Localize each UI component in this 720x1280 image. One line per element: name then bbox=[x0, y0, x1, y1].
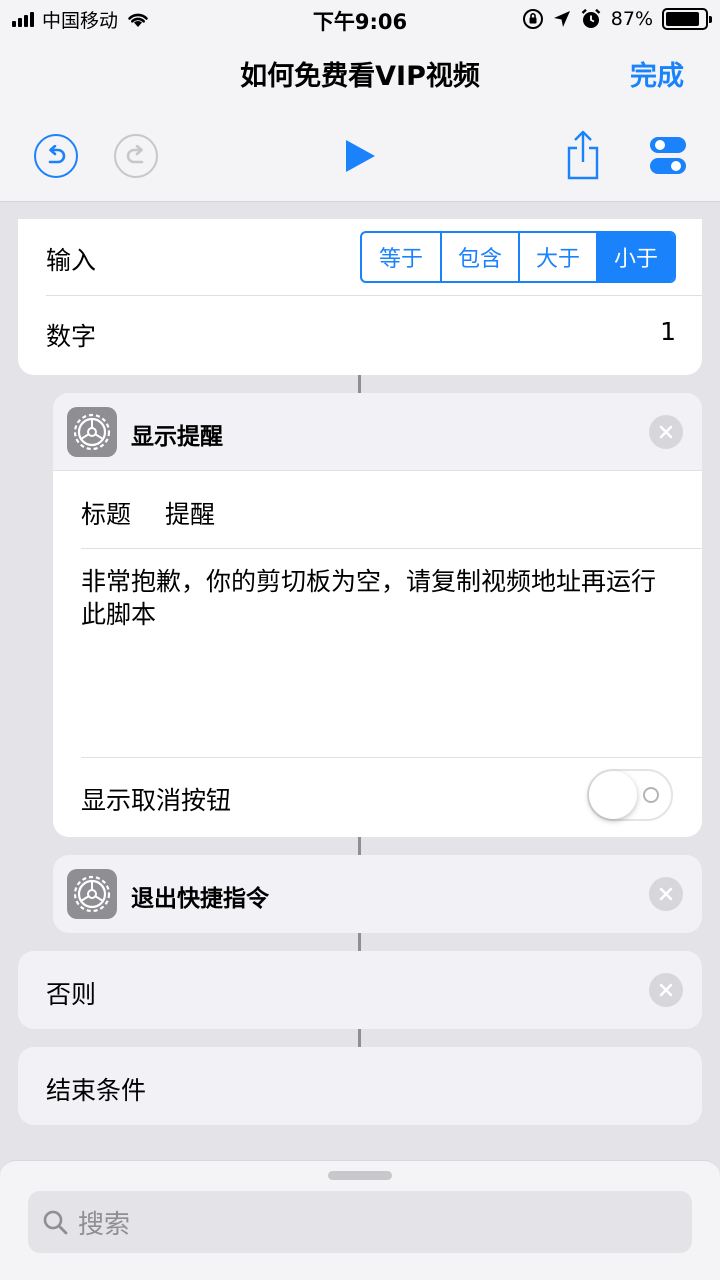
redo-icon bbox=[126, 145, 144, 164]
action-header[interactable]: 显示提醒 bbox=[53, 393, 702, 471]
orientation-lock-icon bbox=[522, 9, 543, 29]
settings-toggle-icon bbox=[650, 137, 686, 174]
close-icon bbox=[659, 983, 673, 997]
battery-icon bbox=[662, 8, 712, 30]
shortcut-settings-button[interactable] bbox=[648, 134, 688, 178]
alert-title-field[interactable]: 提醒 bbox=[165, 495, 674, 531]
action-library-sheet: 搜索 bbox=[0, 1160, 720, 1280]
flow-connector bbox=[358, 933, 361, 951]
share-icon bbox=[567, 130, 599, 180]
remove-action-button[interactable] bbox=[649, 415, 683, 449]
toggle-knob bbox=[589, 771, 637, 819]
location-icon bbox=[553, 11, 570, 27]
search-field[interactable]: 搜索 bbox=[28, 1191, 692, 1253]
status-right: 87% bbox=[522, 5, 712, 33]
search-icon bbox=[43, 1210, 68, 1235]
divider bbox=[81, 757, 702, 758]
action-name: 退出快捷指令 bbox=[131, 886, 269, 912]
exit-shortcut-action-card[interactable]: 退出快捷指令 bbox=[53, 855, 702, 933]
operator-option[interactable]: 等于 bbox=[362, 233, 440, 281]
end-if-label: 结束条件 bbox=[46, 1076, 147, 1105]
alert-title-label: 标题 bbox=[81, 500, 132, 529]
play-icon bbox=[346, 140, 375, 172]
operator-option[interactable]: 大于 bbox=[518, 233, 596, 281]
gear-icon bbox=[73, 875, 111, 913]
flow-connector bbox=[358, 375, 361, 393]
divider bbox=[81, 548, 702, 549]
show-cancel-label: 显示取消按钮 bbox=[81, 786, 232, 815]
close-icon bbox=[659, 887, 673, 901]
alert-message-field[interactable]: 非常抱歉，你的剪切板为空，请复制视频地址再运行此脚本 bbox=[81, 565, 662, 631]
condition-operator-segmented[interactable]: 等于 包含 大于 小于 bbox=[360, 231, 676, 283]
close-icon bbox=[659, 425, 673, 439]
status-bar: 中国移动 下午9:06 87% bbox=[0, 0, 720, 40]
otherwise-label: 否则 bbox=[46, 980, 97, 1009]
search-input[interactable]: 搜索 bbox=[78, 1204, 130, 1241]
shortcut-title[interactable]: 如何免费看VIP视频 bbox=[0, 54, 720, 93]
divider bbox=[46, 295, 702, 296]
remove-action-button[interactable] bbox=[649, 973, 683, 1007]
operator-option[interactable]: 包含 bbox=[440, 233, 518, 281]
settings-app-icon bbox=[67, 407, 117, 457]
flow-connector bbox=[358, 837, 361, 855]
show-alert-action-card: 显示提醒 标题 提醒 非常抱歉，你的剪切板为空，请复制视频地址再运行此脚本 显示… bbox=[53, 393, 702, 837]
alarm-icon bbox=[581, 8, 601, 28]
operator-option[interactable]: 小于 bbox=[596, 233, 674, 281]
run-button[interactable] bbox=[338, 134, 382, 178]
gear-icon bbox=[73, 413, 111, 451]
share-button[interactable] bbox=[560, 126, 606, 184]
done-button[interactable]: 完成 bbox=[630, 54, 684, 93]
show-cancel-toggle[interactable] bbox=[587, 769, 673, 821]
battery-level-fill bbox=[666, 12, 700, 26]
settings-app-icon bbox=[67, 869, 117, 919]
sheet-grabber[interactable] bbox=[328, 1171, 392, 1180]
otherwise-block[interactable]: 否则 bbox=[18, 951, 702, 1029]
actions-list: 输入 等于 包含 大于 小于 数字 1 显示提醒 标题 提醒 非常抱歉，你的剪切… bbox=[0, 203, 720, 1163]
undo-button[interactable] bbox=[34, 134, 78, 178]
navigation-bar: 如何免费看VIP视频 完成 bbox=[0, 40, 720, 202]
battery-percent: 87% bbox=[610, 8, 653, 30]
undo-icon bbox=[48, 145, 66, 164]
if-condition-card: 输入 等于 包含 大于 小于 数字 1 bbox=[18, 219, 702, 375]
flow-connector bbox=[358, 1029, 361, 1047]
action-name: 显示提醒 bbox=[131, 424, 223, 450]
remove-action-button[interactable] bbox=[649, 877, 683, 911]
redo-button[interactable] bbox=[114, 134, 158, 178]
end-if-block[interactable]: 结束条件 bbox=[18, 1047, 702, 1125]
toggle-off-indicator bbox=[643, 787, 659, 803]
condition-number-value[interactable]: 1 bbox=[660, 317, 676, 346]
condition-number-label: 数字 bbox=[46, 322, 97, 351]
shortcut-editor-screen: 中国移动 下午9:06 87% 如何免费看VIP视频 完成 输入 等于 包含 大… bbox=[0, 0, 720, 1280]
